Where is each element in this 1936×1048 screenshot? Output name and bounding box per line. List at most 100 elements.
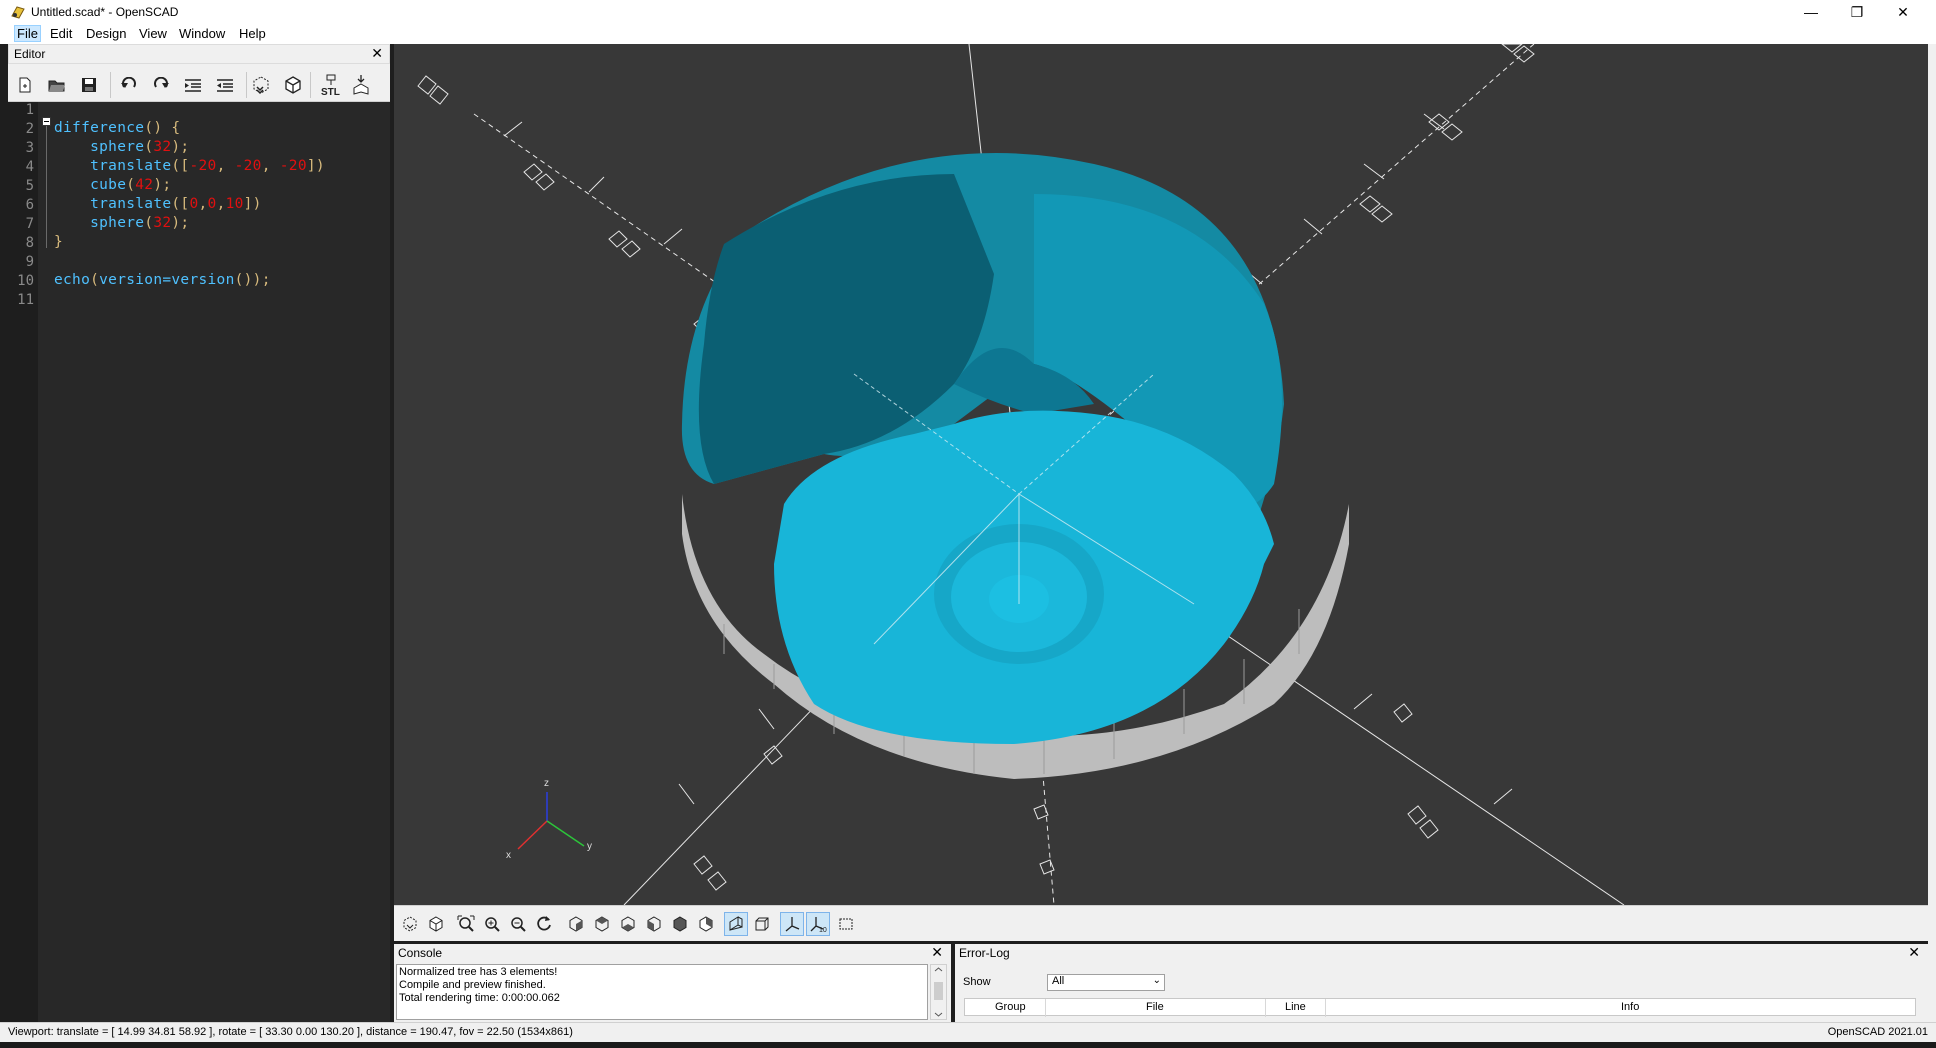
console-line: Compile and preview finished. [399, 979, 546, 991]
code-line-4: translate([-20, -20, -20]) [90, 158, 325, 174]
console-output[interactable]: Normalized tree has 3 elements! Compile … [396, 964, 928, 1020]
window-title: Untitled.scad* - OpenSCAD [31, 5, 179, 19]
render-icon[interactable] [282, 74, 304, 96]
view-right-icon[interactable] [564, 912, 588, 936]
line-number: 10 [17, 273, 34, 289]
column-file[interactable]: File [1146, 1001, 1164, 1013]
axis-label-x: x [506, 850, 511, 861]
line-number: 3 [25, 140, 34, 156]
minimize-button[interactable]: — [1788, 0, 1834, 24]
redo-icon[interactable] [150, 74, 172, 96]
show-edges-icon[interactable] [834, 912, 858, 936]
menu-window[interactable]: Window [177, 26, 227, 41]
line-number: 7 [25, 216, 34, 232]
save-icon[interactable] [78, 74, 100, 96]
zoom-out-icon[interactable] [506, 912, 530, 936]
zoom-in-icon[interactable] [480, 912, 504, 936]
view-all-icon[interactable] [454, 912, 478, 936]
maximize-button[interactable]: ❐ [1834, 0, 1880, 24]
line-number: 2 [25, 121, 34, 137]
line-number: 11 [17, 292, 34, 308]
error-log-header: Error-Log ✕ [955, 944, 1928, 962]
close-window-button[interactable]: ✕ [1880, 0, 1926, 24]
open-file-icon[interactable] [46, 74, 68, 96]
axis-label-z: z [544, 778, 549, 789]
menu-design[interactable]: Design [84, 26, 128, 41]
show-filter-label: Show [963, 976, 991, 988]
show-filter-value: All [1052, 975, 1065, 987]
undo-icon[interactable] [118, 74, 140, 96]
error-log-table-header: Group File Line Info [964, 998, 1916, 1017]
code-line-5: cube(42); [90, 177, 172, 193]
taskbar-edge [0, 1042, 1936, 1048]
line-number: 5 [25, 178, 34, 194]
fold-guide [46, 122, 47, 248]
preview-icon[interactable] [250, 74, 272, 96]
unindent-icon[interactable] [214, 74, 236, 96]
view-front-icon[interactable] [668, 912, 692, 936]
show-filter-select[interactable]: All ⌄ [1047, 974, 1165, 991]
new-file-icon[interactable] [14, 74, 36, 96]
code-editor[interactable]: 1 2 3 4 5 6 7 8 9 10 11 difference() { s… [8, 102, 390, 1022]
error-log-close-button[interactable]: ✕ [1908, 944, 1920, 961]
console-header: Console ✕ [394, 944, 951, 962]
code-line-10: echo(version=version()); [54, 272, 271, 288]
view-left-icon[interactable] [642, 912, 666, 936]
console-line: Total rendering time: 0:00:00.062 [399, 992, 560, 1004]
editor-close-button[interactable]: ✕ [371, 45, 383, 62]
console-dock: Console ✕ Normalized tree has 3 elements… [394, 944, 951, 1022]
column-group[interactable]: Group [995, 1001, 1026, 1013]
version-status: OpenSCAD 2021.01 [1827, 1026, 1928, 1038]
code-line-8: } [54, 234, 64, 250]
view-toolbar: 10 [394, 905, 1928, 941]
console-scrollbar[interactable] [930, 964, 947, 1020]
menu-edit[interactable]: Edit [48, 26, 74, 41]
menu-help[interactable]: Help [237, 26, 268, 41]
view-back-icon[interactable] [694, 912, 718, 936]
title-bar: Untitled.scad* - OpenSCAD — ❐ ✕ [0, 0, 1936, 24]
reset-view-icon[interactable] [532, 912, 556, 936]
orthogonal-icon[interactable] [750, 912, 774, 936]
render-icon[interactable] [424, 912, 448, 936]
axes-gizmo [517, 792, 585, 850]
line-number: 1 [25, 102, 34, 118]
column-line[interactable]: Line [1285, 1001, 1306, 1013]
send-to-print-icon[interactable] [350, 74, 372, 96]
viewport-canvas [417, 44, 1625, 905]
indent-icon[interactable] [182, 74, 204, 96]
menu-file[interactable]: File [14, 25, 41, 42]
preview-icon[interactable] [398, 912, 422, 936]
column-info[interactable]: Info [1621, 1001, 1639, 1013]
show-axes-icon[interactable] [780, 912, 804, 936]
status-bar: Viewport: translate = [ 14.99 34.81 58.9… [0, 1022, 1936, 1042]
menu-view[interactable]: View [137, 26, 169, 41]
openscad-app-icon [10, 4, 26, 20]
view-bottom-icon[interactable] [616, 912, 640, 936]
editor-toolbar: STL [8, 64, 390, 102]
line-number: 8 [25, 235, 34, 251]
line-number: 4 [25, 159, 34, 175]
menu-bar: File Edit Design View Window Help [0, 24, 1936, 44]
error-log-dock: Error-Log ✕ Show All ⌄ Group File Line I… [955, 944, 1928, 1022]
model-render [681, 152, 1349, 779]
code-line-7: sphere(32); [90, 215, 190, 231]
line-number-gutter: 1 2 3 4 5 6 7 8 9 10 11 [8, 102, 38, 1022]
console-line: Normalized tree has 3 elements! [399, 966, 558, 978]
view-top-icon[interactable] [590, 912, 614, 936]
perspective-icon[interactable] [724, 912, 748, 936]
console-close-button[interactable]: ✕ [931, 944, 943, 961]
svg-text:STL: STL [321, 87, 340, 96]
line-number: 6 [25, 197, 34, 213]
console-title: Console [398, 946, 443, 960]
code-line-3: sphere(32); [90, 139, 190, 155]
show-scale-markers-icon[interactable]: 10 [806, 912, 830, 936]
export-stl-icon[interactable]: STL [318, 74, 344, 96]
error-log-title: Error-Log [959, 946, 1010, 960]
editor-title: Editor [14, 47, 46, 61]
axis-label-y: y [587, 841, 592, 852]
fold-toggle-icon[interactable] [42, 117, 51, 126]
viewport-status: Viewport: translate = [ 14.99 34.81 58.9… [8, 1026, 573, 1038]
code-line-6: translate([0,0,10]) [90, 196, 262, 212]
3d-viewport[interactable]: z x y [394, 44, 1928, 905]
line-number: 9 [25, 254, 34, 270]
